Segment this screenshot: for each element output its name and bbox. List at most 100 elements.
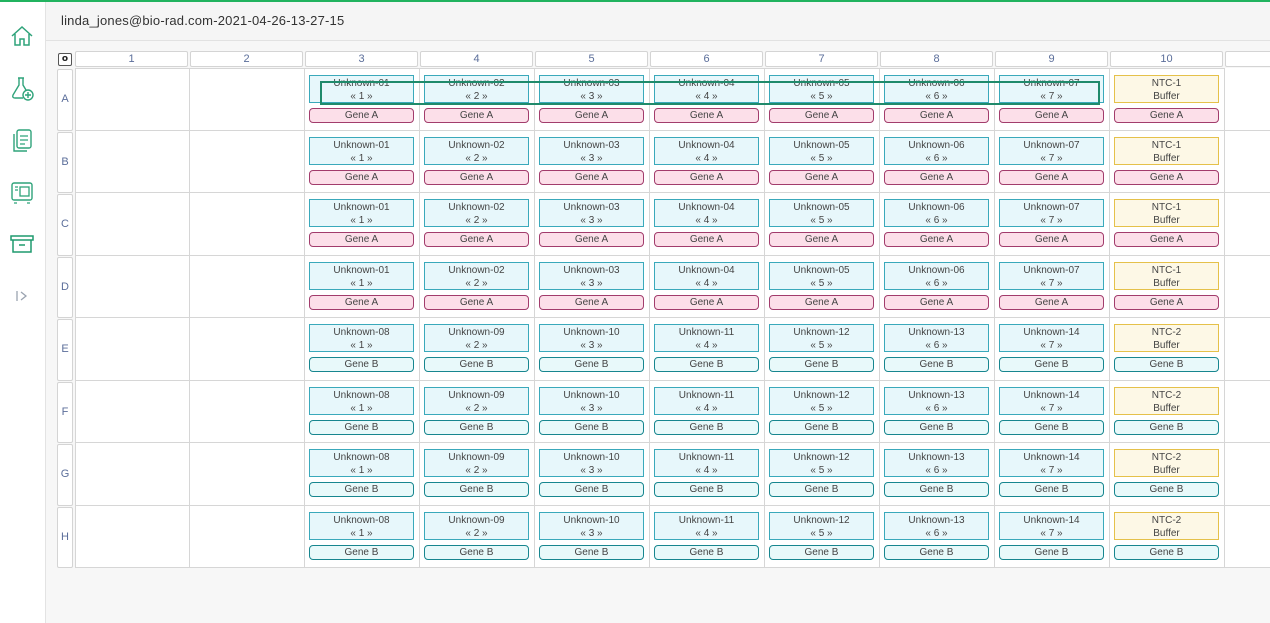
well-D3[interactable]: Unknown-01 « 1 » Gene A (305, 255, 420, 318)
well-C9[interactable]: Unknown-07 « 7 » Gene A (995, 193, 1110, 256)
column-header-1[interactable]: 1 (75, 51, 188, 67)
row-header-D[interactable]: D (57, 256, 73, 318)
well-H8[interactable]: Unknown-13 « 6 » Gene B (880, 505, 995, 568)
well-H4[interactable]: Unknown-09 « 2 » Gene B (420, 505, 535, 568)
well-C6[interactable]: Unknown-04 « 4 » Gene A (650, 193, 765, 256)
well-C2[interactable] (190, 193, 305, 256)
well-A10[interactable]: NTC-1 Buffer Gene A (1110, 68, 1225, 131)
well-H10[interactable]: NTC-2 Buffer Gene B (1110, 505, 1225, 568)
well-B2[interactable] (190, 130, 305, 193)
well-A8[interactable]: Unknown-06 « 6 » Gene A (880, 68, 995, 131)
well-E3[interactable]: Unknown-08 « 1 » Gene B (305, 318, 420, 381)
well-D2[interactable] (190, 255, 305, 318)
well-D8[interactable]: Unknown-06 « 6 » Gene A (880, 255, 995, 318)
well-A2[interactable] (190, 68, 305, 131)
well-G5[interactable]: Unknown-10 « 3 » Gene B (535, 443, 650, 506)
well-B9[interactable]: Unknown-07 « 7 » Gene A (995, 130, 1110, 193)
well-F3[interactable]: Unknown-08 « 1 » Gene B (305, 380, 420, 443)
well-A6[interactable]: Unknown-04 « 4 » Gene A (650, 68, 765, 131)
select-all-corner[interactable]: o (58, 53, 72, 66)
well-B10[interactable]: NTC-1 Buffer Gene A (1110, 130, 1225, 193)
well-E7[interactable]: Unknown-12 « 5 » Gene B (765, 318, 880, 381)
column-header-5[interactable]: 5 (535, 51, 648, 67)
row-header-B[interactable]: B (57, 131, 73, 193)
well-E9[interactable]: Unknown-14 « 7 » Gene B (995, 318, 1110, 381)
row-header-E[interactable]: E (57, 319, 73, 381)
instrument-icon[interactable] (8, 178, 36, 206)
well-B3[interactable]: Unknown-01 « 1 » Gene A (305, 130, 420, 193)
well-F7[interactable]: Unknown-12 « 5 » Gene B (765, 380, 880, 443)
well-A7[interactable]: Unknown-05 « 5 » Gene A (765, 68, 880, 131)
well-H2[interactable] (190, 505, 305, 568)
well-E8[interactable]: Unknown-13 « 6 » Gene B (880, 318, 995, 381)
well-F4[interactable]: Unknown-09 « 2 » Gene B (420, 380, 535, 443)
well-A3[interactable]: Unknown-01 « 1 » Gene A (305, 68, 420, 131)
well-D9[interactable]: Unknown-07 « 7 » Gene A (995, 255, 1110, 318)
well-G4[interactable]: Unknown-09 « 2 » Gene B (420, 443, 535, 506)
well-B4[interactable]: Unknown-02 « 2 » Gene A (420, 130, 535, 193)
well-C1[interactable] (75, 193, 190, 256)
well-F1[interactable] (75, 380, 190, 443)
well-D4[interactable]: Unknown-02 « 2 » Gene A (420, 255, 535, 318)
well-A4[interactable]: Unknown-02 « 2 » Gene A (420, 68, 535, 131)
well-H1[interactable] (75, 505, 190, 568)
well-A9[interactable]: Unknown-07 « 7 » Gene A (995, 68, 1110, 131)
well-B1[interactable] (75, 130, 190, 193)
well-E6[interactable]: Unknown-11 « 4 » Gene B (650, 318, 765, 381)
well-E10[interactable]: NTC-2 Buffer Gene B (1110, 318, 1225, 381)
well-G9[interactable]: Unknown-14 « 7 » Gene B (995, 443, 1110, 506)
well-E1[interactable] (75, 318, 190, 381)
well-F2[interactable] (190, 380, 305, 443)
column-header-9[interactable]: 9 (995, 51, 1108, 67)
row-header-F[interactable]: F (57, 381, 73, 443)
archive-icon[interactable] (8, 230, 36, 258)
column-header-6[interactable]: 6 (650, 51, 763, 67)
row-header-C[interactable]: C (57, 194, 73, 256)
well-E2[interactable] (190, 318, 305, 381)
column-header-3[interactable]: 3 (305, 51, 418, 67)
well-B7[interactable]: Unknown-05 « 5 » Gene A (765, 130, 880, 193)
column-header-8[interactable]: 8 (880, 51, 993, 67)
well-A1[interactable] (75, 68, 190, 131)
row-header-G[interactable]: G (57, 444, 73, 506)
well-D5[interactable]: Unknown-03 « 3 » Gene A (535, 255, 650, 318)
well-D1[interactable] (75, 255, 190, 318)
well-C5[interactable]: Unknown-03 « 3 » Gene A (535, 193, 650, 256)
well-G7[interactable]: Unknown-12 « 5 » Gene B (765, 443, 880, 506)
well-F5[interactable]: Unknown-10 « 3 » Gene B (535, 380, 650, 443)
well-G3[interactable]: Unknown-08 « 1 » Gene B (305, 443, 420, 506)
well-F8[interactable]: Unknown-13 « 6 » Gene B (880, 380, 995, 443)
well-H9[interactable]: Unknown-14 « 7 » Gene B (995, 505, 1110, 568)
well-B8[interactable]: Unknown-06 « 6 » Gene A (880, 130, 995, 193)
well-G10[interactable]: NTC-2 Buffer Gene B (1110, 443, 1225, 506)
well-H7[interactable]: Unknown-12 « 5 » Gene B (765, 505, 880, 568)
well-D6[interactable]: Unknown-04 « 4 » Gene A (650, 255, 765, 318)
row-header-A[interactable]: A (57, 69, 73, 131)
row-header-H[interactable]: H (57, 506, 73, 568)
well-D7[interactable]: Unknown-05 « 5 » Gene A (765, 255, 880, 318)
well-H6[interactable]: Unknown-11 « 4 » Gene B (650, 505, 765, 568)
well-H5[interactable]: Unknown-10 « 3 » Gene B (535, 505, 650, 568)
well-C3[interactable]: Unknown-01 « 1 » Gene A (305, 193, 420, 256)
well-G6[interactable]: Unknown-11 « 4 » Gene B (650, 443, 765, 506)
documents-icon[interactable] (8, 126, 36, 154)
add-experiment-icon[interactable] (8, 74, 36, 102)
well-C7[interactable]: Unknown-05 « 5 » Gene A (765, 193, 880, 256)
column-header-10[interactable]: 10 (1110, 51, 1223, 67)
well-A5[interactable]: Unknown-03 « 3 » Gene A (535, 68, 650, 131)
well-C10[interactable]: NTC-1 Buffer Gene A (1110, 193, 1225, 256)
well-C4[interactable]: Unknown-02 « 2 » Gene A (420, 193, 535, 256)
well-G8[interactable]: Unknown-13 « 6 » Gene B (880, 443, 995, 506)
well-B6[interactable]: Unknown-04 « 4 » Gene A (650, 130, 765, 193)
column-header-7[interactable]: 7 (765, 51, 878, 67)
well-E4[interactable]: Unknown-09 « 2 » Gene B (420, 318, 535, 381)
well-B5[interactable]: Unknown-03 « 3 » Gene A (535, 130, 650, 193)
well-F9[interactable]: Unknown-14 « 7 » Gene B (995, 380, 1110, 443)
well-F6[interactable]: Unknown-11 « 4 » Gene B (650, 380, 765, 443)
column-header-2[interactable]: 2 (190, 51, 303, 67)
expand-icon[interactable] (8, 282, 36, 310)
well-E5[interactable]: Unknown-10 « 3 » Gene B (535, 318, 650, 381)
column-header-4[interactable]: 4 (420, 51, 533, 67)
home-icon[interactable] (8, 22, 36, 50)
well-H3[interactable]: Unknown-08 « 1 » Gene B (305, 505, 420, 568)
